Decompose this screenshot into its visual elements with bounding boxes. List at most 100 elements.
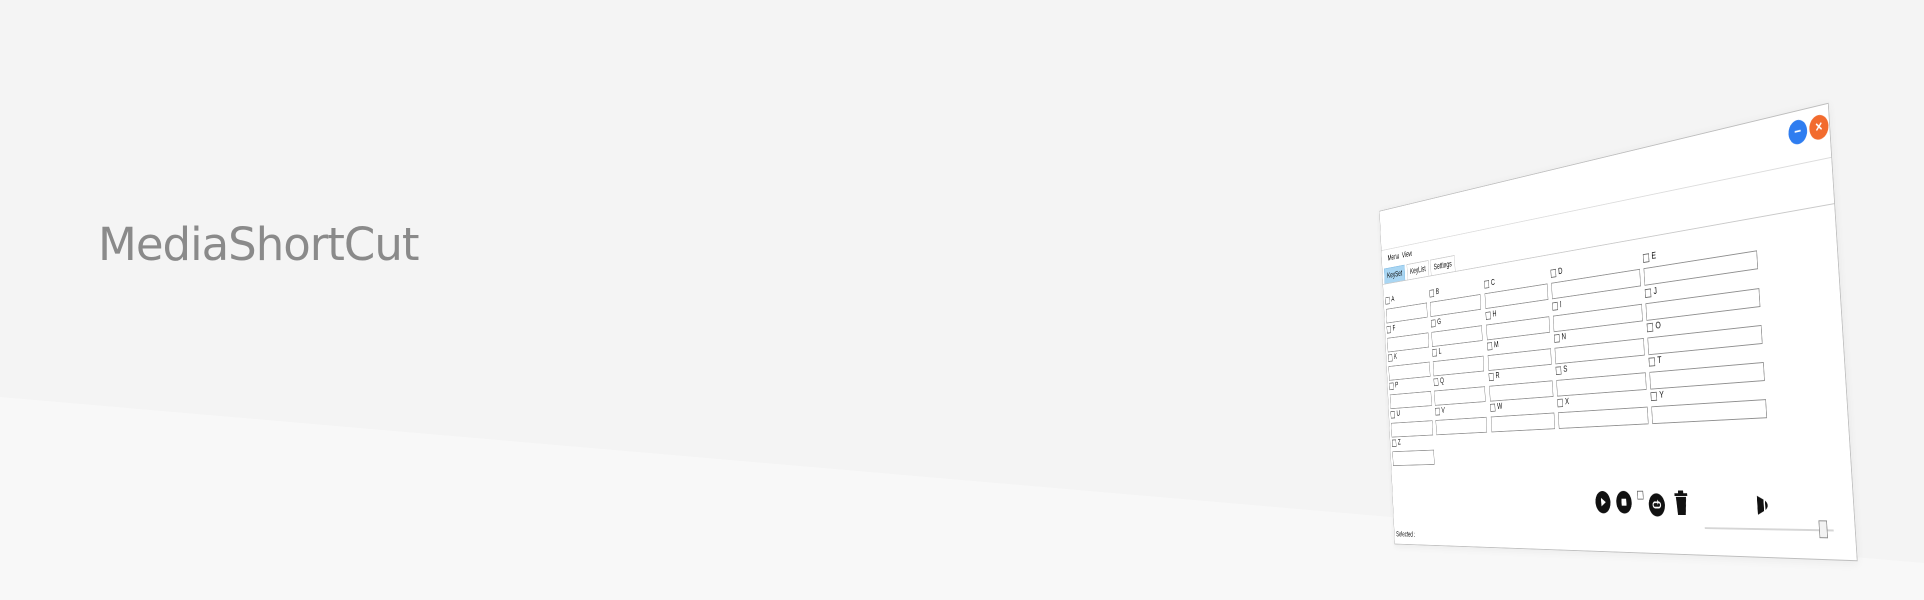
delete-button[interactable] <box>1673 489 1690 516</box>
key-checkbox-h[interactable] <box>1485 311 1491 320</box>
key-label-w: W <box>1496 401 1503 412</box>
key-checkbox-a[interactable] <box>1385 296 1390 305</box>
key-checkbox-e[interactable] <box>1642 253 1650 263</box>
key-label-r: R <box>1495 370 1500 381</box>
key-label-q: Q <box>1439 376 1445 386</box>
key-label-u: U <box>1396 409 1401 419</box>
key-input-u[interactable] <box>1391 420 1434 438</box>
key-checkbox-l[interactable] <box>1432 348 1438 357</box>
key-label-y: Y <box>1659 389 1665 401</box>
key-checkbox-m[interactable] <box>1487 342 1493 351</box>
key-label-k: K <box>1393 352 1398 362</box>
volume-button[interactable] <box>1754 493 1774 518</box>
key-label-x: X <box>1564 396 1570 407</box>
key-label-d: D <box>1557 266 1563 277</box>
key-checkbox-j[interactable] <box>1644 288 1652 299</box>
key-checkbox-q[interactable] <box>1433 378 1439 387</box>
key-checkbox-s[interactable] <box>1555 366 1562 376</box>
key-label-g: G <box>1437 317 1442 327</box>
key-slot-k: K <box>1387 350 1431 383</box>
key-input-y[interactable] <box>1651 399 1768 425</box>
key-slot-u: U <box>1390 408 1434 439</box>
key-input-p[interactable] <box>1389 390 1432 410</box>
key-label-s: S <box>1563 364 1568 375</box>
key-label-c: C <box>1490 277 1496 288</box>
key-checkbox-w[interactable] <box>1490 403 1496 412</box>
key-label-e: E <box>1651 250 1657 262</box>
close-button[interactable]: × <box>1808 112 1830 142</box>
key-label-t: T <box>1657 354 1662 366</box>
key-input-l[interactable] <box>1432 355 1485 377</box>
key-input-v[interactable] <box>1435 416 1488 436</box>
menu-item-view[interactable]: View <box>1402 249 1413 260</box>
key-slot-y: Y <box>1650 384 1768 426</box>
key-slot-a: A <box>1385 291 1428 325</box>
key-input-q[interactable] <box>1434 386 1486 406</box>
key-checkbox-i[interactable] <box>1552 301 1559 311</box>
key-label-z: Z <box>1397 437 1401 447</box>
key-checkbox-c[interactable] <box>1484 280 1490 289</box>
key-checkbox-t[interactable] <box>1648 357 1656 367</box>
key-checkbox-z[interactable] <box>1391 439 1397 447</box>
app-window-scene: − × Menu View KeySet KeyList Settings A B… <box>1043 100 1858 562</box>
key-checkbox-y[interactable] <box>1650 391 1658 402</box>
menu-item-menu[interactable]: Menu <box>1387 252 1399 263</box>
play-icon <box>1600 497 1607 507</box>
key-label-f: F <box>1392 323 1396 333</box>
key-slot-x: X <box>1557 393 1649 431</box>
trash-icon <box>1674 490 1688 516</box>
app-window: − × Menu View KeySet KeyList Settings A B… <box>1379 102 1858 562</box>
key-checkbox-x[interactable] <box>1557 398 1564 408</box>
minus-icon: − <box>1793 122 1802 141</box>
key-label-o: O <box>1655 320 1662 332</box>
x-icon: × <box>1814 117 1823 136</box>
key-input-w[interactable] <box>1490 412 1556 433</box>
key-slot-q: Q <box>1433 374 1486 408</box>
key-input-z[interactable] <box>1392 449 1435 466</box>
key-checkbox-g[interactable] <box>1430 319 1436 328</box>
key-checkbox-v[interactable] <box>1435 407 1440 416</box>
volume-slider-thumb[interactable] <box>1818 520 1828 539</box>
key-slot-p: P <box>1389 379 1432 411</box>
key-slot-w: W <box>1490 399 1556 434</box>
volume-icon <box>1756 495 1768 515</box>
repeat-checkbox[interactable] <box>1637 490 1644 500</box>
key-slot-l: L <box>1432 343 1485 378</box>
key-label-m: M <box>1493 339 1499 350</box>
key-slot-r: R <box>1488 367 1554 403</box>
play-button[interactable] <box>1594 490 1612 514</box>
key-label-i: I <box>1559 299 1562 310</box>
key-label-l: L <box>1438 346 1442 357</box>
key-label-n: N <box>1561 331 1567 343</box>
repeat-icon <box>1652 499 1663 512</box>
key-slot-z: Z <box>1391 437 1435 468</box>
key-checkbox-d[interactable] <box>1550 268 1557 278</box>
key-checkbox-f[interactable] <box>1386 325 1392 334</box>
stop-button[interactable] <box>1615 490 1633 514</box>
key-input-r[interactable] <box>1489 380 1554 402</box>
key-checkbox-o[interactable] <box>1646 322 1654 333</box>
key-checkbox-n[interactable] <box>1553 334 1560 343</box>
key-label-a: A <box>1391 294 1395 304</box>
key-label-v: V <box>1441 405 1446 416</box>
stop-icon <box>1621 498 1627 506</box>
key-checkbox-u[interactable] <box>1390 410 1396 419</box>
menu-bar: Menu View <box>1381 156 1832 263</box>
key-slot-m: M <box>1487 335 1552 372</box>
key-slot-f: F <box>1386 320 1429 353</box>
key-label-b: B <box>1435 286 1440 297</box>
key-label-h: H <box>1492 309 1497 320</box>
key-input-k[interactable] <box>1388 361 1431 381</box>
tab-strip: KeySet KeyList Settings <box>1383 255 1456 285</box>
key-label-j: J <box>1653 285 1658 297</box>
volume-slider-track[interactable] <box>1704 527 1834 532</box>
minimize-button[interactable]: − <box>1787 117 1808 147</box>
key-checkbox-p[interactable] <box>1389 382 1394 391</box>
key-checkbox-k[interactable] <box>1387 354 1393 362</box>
key-checkbox-r[interactable] <box>1488 372 1494 382</box>
key-checkbox-b[interactable] <box>1429 289 1435 298</box>
status-selected: Selected : <box>1396 530 1416 540</box>
key-input-x[interactable] <box>1557 406 1649 429</box>
repeat-button[interactable] <box>1648 493 1666 517</box>
key-slot-v: V <box>1435 404 1488 436</box>
